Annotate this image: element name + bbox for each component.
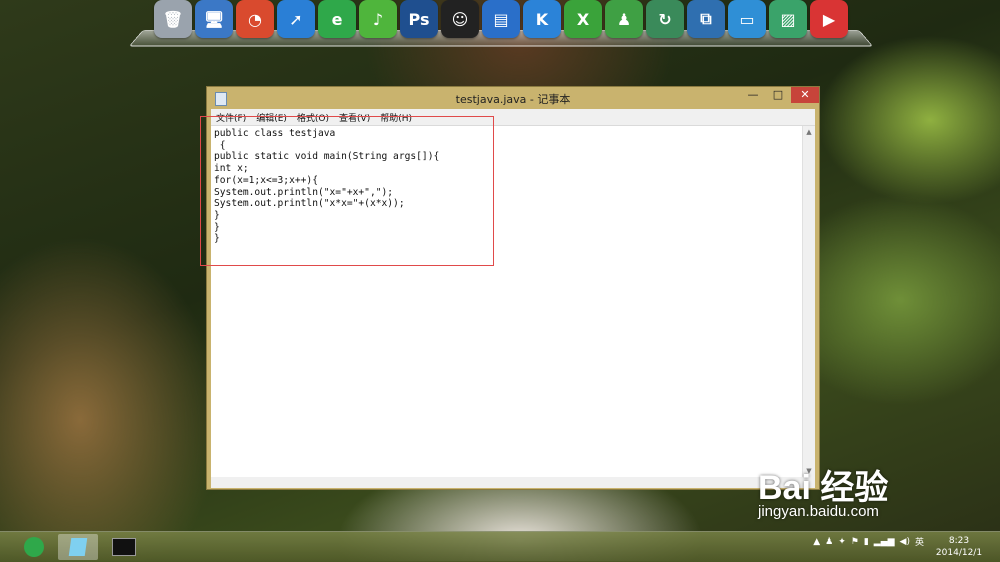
taskbar-notepad-button[interactable] (58, 534, 98, 560)
volume-icon[interactable]: ◀) (900, 537, 910, 547)
document-icon[interactable]: ▭ (728, 0, 766, 38)
picture-icon[interactable]: ▨ (769, 0, 807, 38)
xunlei-bird-icon[interactable]: ➚ (277, 0, 315, 38)
input-language[interactable]: 英 (915, 535, 924, 548)
clock[interactable]: 8:23 2014/12/1 (932, 535, 986, 559)
qq-penguin-icon[interactable]: ☺ (441, 0, 479, 38)
annotation-highlight-box (200, 116, 494, 266)
device-icon[interactable]: ▮ (864, 537, 869, 547)
chrome-icon[interactable]: ◔ (236, 0, 274, 38)
notepad-icon (68, 538, 88, 556)
audio-player-icon[interactable]: ♪ (359, 0, 397, 38)
user-contacts-icon[interactable]: ♟ (605, 0, 643, 38)
video-player-icon[interactable]: ▶ (810, 0, 848, 38)
network-icon[interactable]: ▂▄▆ (874, 537, 895, 547)
kugou-music-icon[interactable]: K (523, 0, 561, 38)
horizontal-scrollbar[interactable] (211, 477, 815, 488)
security-icon[interactable]: ✦ (838, 537, 846, 547)
close-button[interactable]: ✕ (791, 87, 819, 103)
top-dock: 🗑 🖥 ◔ ➚ e ♪ Ps ☺ ▤ K X ♟ ↻ ⧉ ▭ ▨ ▶ (128, 0, 874, 48)
ie-browser-icon[interactable]: e (318, 0, 356, 38)
photoshop-icon[interactable]: Ps (400, 0, 438, 38)
flag-icon[interactable]: ⚑ (851, 537, 859, 547)
refresh-sync-icon[interactable]: ↻ (646, 0, 684, 38)
scroll-up-arrow-icon[interactable]: ▲ (803, 128, 815, 136)
start-button[interactable] (14, 534, 54, 560)
watermark-brand: Bai 经验 (758, 469, 889, 507)
taskbar-cmd-button[interactable] (104, 534, 144, 560)
vertical-scrollbar[interactable]: ▲ ▼ (802, 126, 815, 477)
dock-icon-row: 🗑 🖥 ◔ ➚ e ♪ Ps ☺ ▤ K X ♟ ↻ ⧉ ▭ ▨ ▶ (154, 0, 848, 38)
recycle-bin-icon[interactable]: 🗑 (154, 0, 192, 38)
title-bar[interactable]: testjava.java - 记事本 — □ ✕ (207, 87, 819, 109)
remote-desktop-icon[interactable]: ⧉ (687, 0, 725, 38)
command-prompt-icon (112, 538, 136, 556)
maximize-button[interactable]: □ (766, 87, 790, 103)
window-title: testjava.java - 记事本 (455, 93, 571, 106)
watermark-url: jingyan.baidu.com (758, 503, 879, 520)
clock-time: 8:23 (948, 536, 970, 546)
taskbar: ▲ ♟ ✦ ⚑ ▮ ▂▄▆ ◀) 英 8:23 2014/12/1 (0, 531, 1000, 562)
computer-icon[interactable]: 🖥 (195, 0, 233, 38)
user-icon[interactable]: ♟ (825, 537, 833, 547)
system-tray: ▲ ♟ ✦ ⚑ ▮ ▂▄▆ ◀) 英 (813, 535, 924, 549)
video-film-icon[interactable]: ▤ (482, 0, 520, 38)
ie-browser-icon (24, 537, 44, 557)
baidu-watermark: Bai 经验 jingyan.baidu.com (758, 460, 888, 520)
show-hidden-icons-icon[interactable]: ▲ (813, 537, 820, 547)
clock-date: 2014/12/1 (935, 548, 983, 558)
minimize-button[interactable]: — (741, 87, 765, 103)
excel-icon[interactable]: X (564, 0, 602, 38)
